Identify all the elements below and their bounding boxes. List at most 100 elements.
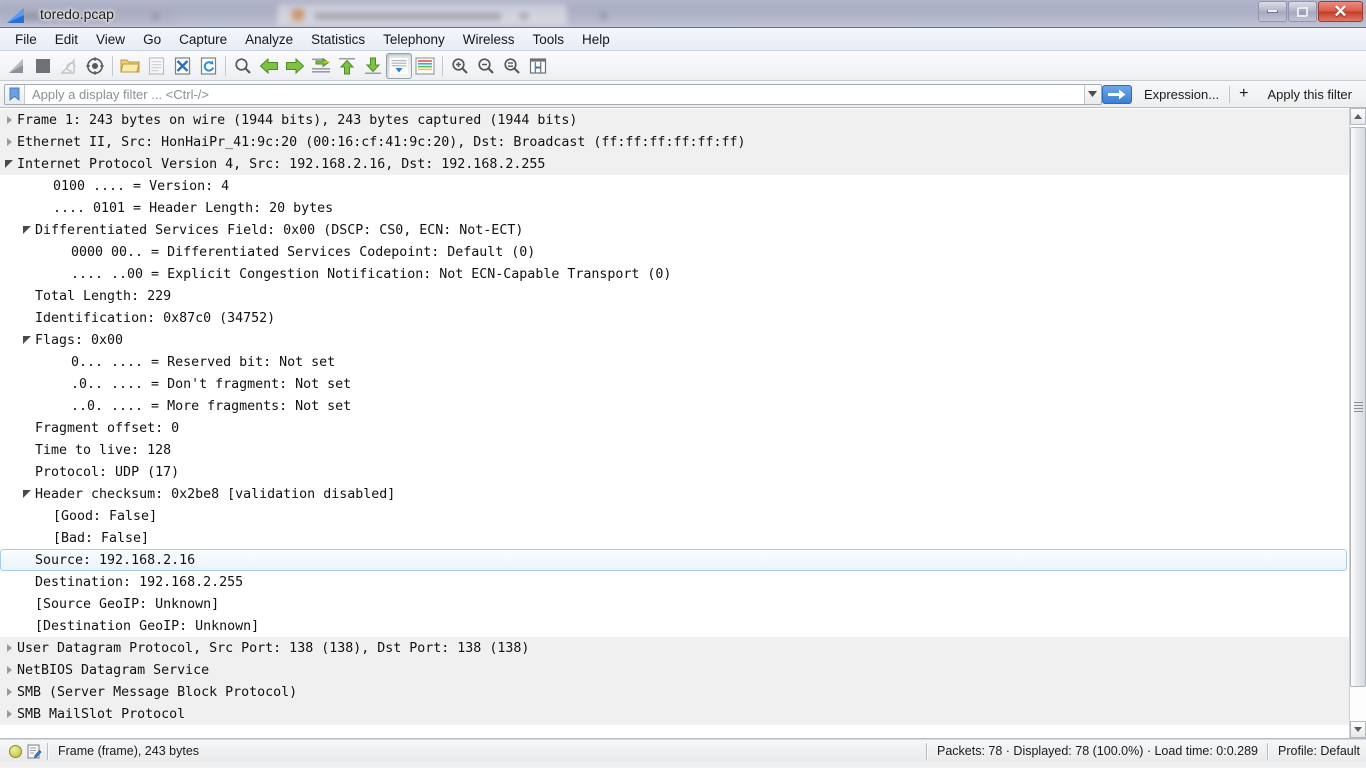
reload-file-icon[interactable] [195,53,221,79]
status-profile[interactable]: Profile: Default [1272,741,1366,762]
auto-scroll-icon[interactable] [386,52,412,79]
start-capture-icon[interactable] [4,53,30,79]
scrollbar-thumb[interactable] [1350,127,1366,687]
capture-options-icon[interactable] [82,53,108,79]
tree-row[interactable]: [Source GeoIP: Unknown] [0,593,1349,615]
tree-row[interactable]: Fragment offset: 0 [0,417,1349,439]
tree-row[interactable]: .... ..00 = Explicit Congestion Notifica… [0,263,1349,285]
add-filter-button[interactable]: + [1230,86,1257,102]
zoom-reset-icon[interactable] [499,53,525,79]
bookmark-icon[interactable] [5,84,25,104]
expand-triangle-icon[interactable] [2,637,16,659]
go-first-packet-icon[interactable] [334,53,360,79]
tree-row[interactable]: Ethernet II, Src: HonHaiPr_41:9c:20 (00:… [0,131,1349,153]
tree-no-toggle [20,285,34,307]
expand-triangle-icon[interactable] [2,703,16,725]
restart-capture-icon[interactable] [56,53,82,79]
open-file-icon[interactable] [117,53,143,79]
go-last-packet-icon[interactable] [360,53,386,79]
tree-row-label: [Source GeoIP: Unknown] [35,596,220,612]
tree-no-toggle [20,461,34,483]
tree-row[interactable]: [Bad: False] [0,527,1349,549]
tree-row[interactable]: Identification: 0x87c0 (34752) [0,307,1349,329]
tree-row[interactable]: Flags: 0x00 [0,329,1349,351]
tree-row[interactable]: Internet Protocol Version 4, Src: 192.16… [0,153,1349,175]
resize-columns-icon[interactable] [525,53,551,79]
tree-row-label: Frame 1: 243 bytes on wire (1944 bits), … [17,112,578,128]
expand-triangle-icon[interactable] [2,109,16,131]
tree-row[interactable]: Frame 1: 243 bytes on wire (1944 bits), … [0,109,1349,131]
tree-row[interactable]: .... 0101 = Header Length: 20 bytes [0,197,1349,219]
packet-detail-tree[interactable]: Frame 1: 243 bytes on wire (1944 bits), … [0,108,1349,738]
tree-row[interactable]: NetBIOS Datagram Service [0,659,1349,681]
menu-telephony[interactable]: Telephony [374,30,454,49]
tree-row[interactable]: Time to live: 128 [0,439,1349,461]
tree-row[interactable]: 0100 .... = Version: 4 [0,175,1349,197]
tree-row-label: 0100 .... = Version: 4 [53,178,230,194]
menu-statistics[interactable]: Statistics [302,30,374,49]
menu-tools[interactable]: Tools [523,30,573,49]
menu-go[interactable]: Go [134,30,170,49]
stop-capture-icon[interactable] [30,53,56,79]
scroll-up-button[interactable] [1350,108,1366,125]
save-file-icon[interactable] [143,53,169,79]
tree-row[interactable]: Differentiated Services Field: 0x00 (DSC… [0,219,1349,241]
collapse-triangle-icon[interactable] [20,329,34,351]
zoom-out-icon[interactable] [473,53,499,79]
go-to-packet-icon[interactable] [308,53,334,79]
tree-row-label: ..0. .... = More fragments: Not set [71,398,352,414]
go-forward-icon[interactable] [282,53,308,79]
tree-row[interactable]: 0000 00.. = Differentiated Services Code… [0,241,1349,263]
menu-capture[interactable]: Capture [170,30,236,49]
tree-row[interactable]: Header checksum: 0x2be8 [validation disa… [0,483,1349,505]
menu-file[interactable]: File [6,30,46,49]
scrollbar-track[interactable] [1350,125,1366,721]
tree-row[interactable]: Destination: 192.168.2.255 [0,571,1349,593]
tree-row[interactable]: .0.. .... = Don't fragment: Not set [0,373,1349,395]
collapse-triangle-icon[interactable] [2,153,16,175]
expand-triangle-icon[interactable] [2,659,16,681]
menu-view[interactable]: View [87,30,134,49]
zoom-in-icon[interactable] [447,53,473,79]
tree-row[interactable]: SMB (Server Message Block Protocol) [0,681,1349,703]
restore-button[interactable] [1288,1,1317,22]
packet-details-scrollbar[interactable] [1349,108,1366,738]
tree-row[interactable]: [Destination GeoIP: Unknown] [0,615,1349,637]
collapse-triangle-icon[interactable] [20,483,34,505]
tree-row[interactable]: User Datagram Protocol, Src Port: 138 (1… [0,637,1349,659]
tree-row[interactable]: [Good: False] [0,505,1349,527]
tree-row[interactable]: Total Length: 229 [0,285,1349,307]
display-filter-input[interactable] [25,84,1084,104]
tree-row[interactable]: Protocol: UDP (17) [0,461,1349,483]
capture-comment-icon[interactable] [27,744,42,759]
filter-input-container[interactable] [4,83,1102,105]
minimize-button[interactable] [1258,1,1287,22]
expand-triangle-icon[interactable] [2,681,16,703]
expand-triangle-icon[interactable] [2,131,16,153]
tree-row[interactable]: Source: 192.168.2.16 [0,549,1347,571]
scroll-down-button[interactable] [1350,721,1366,738]
tree-no-toggle [56,351,70,373]
status-divider [1267,742,1270,760]
close-file-icon[interactable] [169,53,195,79]
expert-info-icon[interactable] [9,744,22,758]
menu-edit[interactable]: Edit [46,30,87,49]
expression-button[interactable]: Expression... [1134,87,1229,102]
apply-this-filter-button[interactable]: Apply this filter [1257,87,1362,102]
close-button[interactable]: ✕ [1318,1,1363,22]
tree-no-toggle [56,373,70,395]
tree-row[interactable]: 0... .... = Reserved bit: Not set [0,351,1349,373]
menu-analyze[interactable]: Analyze [236,30,302,49]
colorize-icon[interactable] [412,53,438,79]
collapse-triangle-icon[interactable] [20,219,34,241]
menu-help[interactable]: Help [573,30,619,49]
go-back-icon[interactable] [256,53,282,79]
tree-row[interactable]: ..0. .... = More fragments: Not set [0,395,1349,417]
filter-history-dropdown-icon[interactable] [1083,84,1101,104]
menu-wireless[interactable]: Wireless [454,30,524,49]
find-packet-icon[interactable] [230,53,256,79]
tree-row[interactable]: SMB MailSlot Protocol [0,703,1349,725]
tree-row-label: Time to live: 128 [35,442,172,458]
apply-filter-arrow-icon[interactable] [1101,84,1132,104]
tree-no-toggle [56,241,70,263]
